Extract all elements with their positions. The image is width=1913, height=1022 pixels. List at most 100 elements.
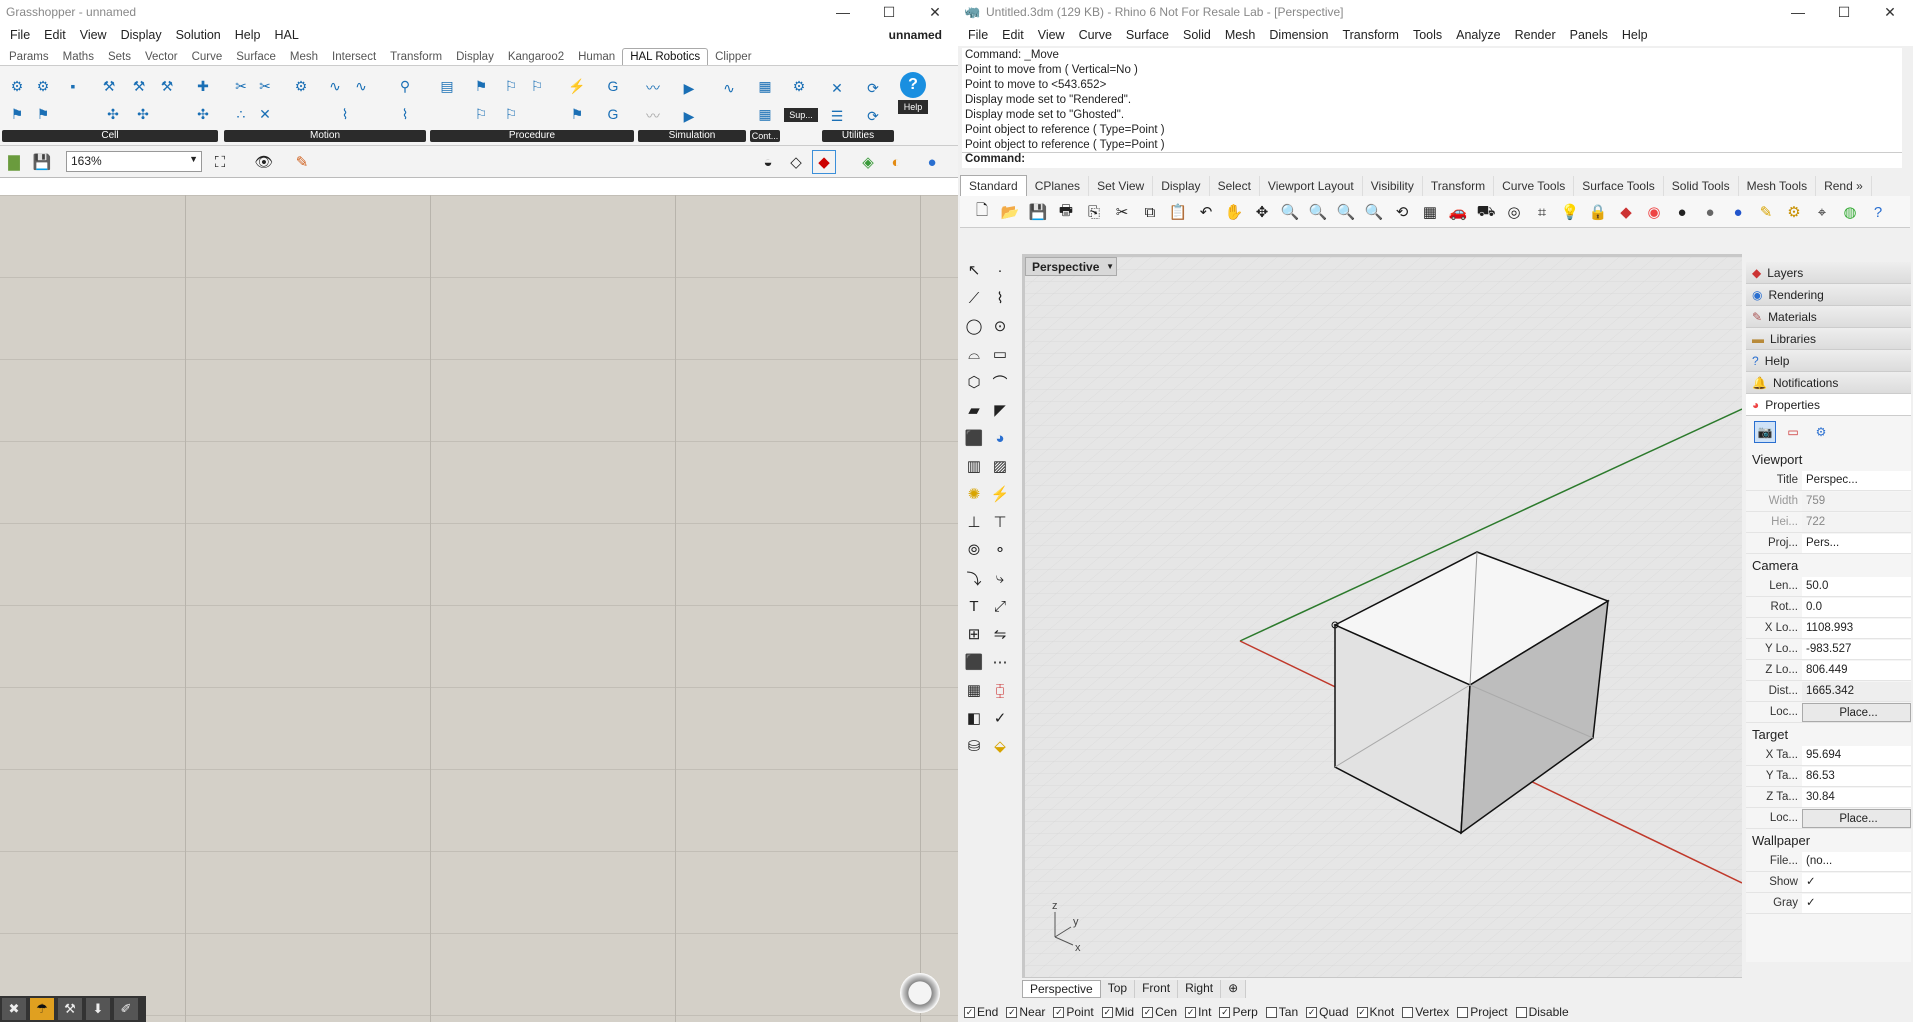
tool-icon[interactable]: ⚑	[6, 104, 28, 124]
help-icon[interactable]: ?	[900, 72, 926, 98]
tab-curve[interactable]: Curve	[185, 49, 230, 65]
point-icon[interactable]: ·	[988, 258, 1012, 282]
refresh-icon[interactable]: ⟳	[862, 78, 884, 98]
panel-tab-help[interactable]: ? Help	[1746, 350, 1911, 372]
wallpaper-gray-checkbox[interactable]: ✓	[1802, 893, 1911, 913]
tab-kangaroo2[interactable]: Kangaroo2	[501, 49, 571, 65]
motion-icon[interactable]: ⚙	[290, 76, 312, 96]
light-bulb-icon[interactable]: 💡	[1558, 200, 1582, 224]
wallpaper-show-checkbox[interactable]: ✓	[1802, 872, 1911, 892]
utility-icon[interactable]: ☰	[826, 106, 848, 126]
undo-view-icon[interactable]: ⟲	[1390, 200, 1414, 224]
menu-render[interactable]: Render	[1509, 28, 1564, 42]
motion-icon[interactable]: ⌇	[334, 104, 356, 124]
tab-cplanes[interactable]: CPlanes	[1027, 176, 1090, 196]
preview-shaded-icon[interactable]: ◆	[812, 150, 836, 174]
panel-tab-libraries[interactable]: ▬ Libraries	[1746, 328, 1911, 350]
layer-color-icon[interactable]: ◆	[1614, 200, 1638, 224]
support-icon[interactable]: ⚙	[788, 76, 810, 96]
motion-icon[interactable]: ∴	[230, 104, 252, 124]
tab-sets[interactable]: Sets	[101, 49, 138, 65]
preview-options-icon[interactable]: ●	[920, 150, 944, 174]
download-icon[interactable]: ⬇	[86, 998, 110, 1020]
pen-icon[interactable]: ✐	[114, 998, 138, 1020]
annotation-icon[interactable]: ⊤	[988, 510, 1012, 534]
zoom-select[interactable]: 163% ▼	[66, 151, 202, 172]
tool-icon[interactable]: ⚑	[32, 104, 54, 124]
mirror-icon[interactable]: ⇋	[988, 622, 1012, 646]
tab-display[interactable]: Display	[1153, 176, 1210, 196]
open-folder-icon[interactable]: 📂	[998, 200, 1022, 224]
tab-select[interactable]: Select	[1210, 176, 1260, 196]
menu-mesh[interactable]: Mesh	[1219, 28, 1264, 42]
osnap-quad[interactable]: ✓ Quad	[1306, 1005, 1349, 1019]
preview-eye-icon[interactable]: 👁	[252, 150, 276, 174]
pencil-icon[interactable]: ✎	[1754, 200, 1778, 224]
prop-value[interactable]: 86.53	[1802, 766, 1911, 786]
tool-icon[interactable]: ✣	[192, 104, 214, 124]
dimension-icon[interactable]: ⌖	[1810, 200, 1834, 224]
osnap-project[interactable]: Project	[1457, 1005, 1508, 1019]
tab-surface-tools[interactable]: Surface Tools	[1574, 176, 1664, 196]
curve-icon[interactable]: ∿	[324, 76, 346, 96]
menu-view[interactable]: View	[1032, 28, 1073, 42]
save-icon[interactable]: 💾	[30, 150, 54, 174]
viewport-tab-perspective[interactable]: Perspective	[1022, 980, 1101, 998]
zoom-window-icon[interactable]: 🔍	[1306, 200, 1330, 224]
solid-icon[interactable]: ⬛	[962, 650, 986, 674]
utility-icon[interactable]: ✕	[826, 78, 848, 98]
viewport-tab-front[interactable]: Front	[1135, 980, 1179, 998]
maximize-button[interactable]: ☐	[1821, 0, 1867, 24]
projection-select[interactable]: Pers...	[1802, 533, 1911, 553]
simulation-icon[interactable]: ∿	[718, 78, 740, 98]
light-icon[interactable]: ✺	[962, 482, 986, 506]
remote-icon[interactable]: ☂	[30, 998, 54, 1020]
lock-icon[interactable]: 🔒	[1586, 200, 1610, 224]
settings-gear-icon[interactable]: ⚙	[1782, 200, 1806, 224]
tab-maths[interactable]: Maths	[56, 49, 101, 65]
tab-hal-robotics[interactable]: HAL Robotics	[622, 48, 709, 65]
boolean-icon[interactable]: ◕	[988, 426, 1012, 450]
motion-icon[interactable]: ⌇	[394, 104, 416, 124]
polyline-icon[interactable]: ⟋	[962, 286, 986, 310]
curve-icon[interactable]: ⌇	[988, 286, 1012, 310]
tab-surface[interactable]: Surface	[229, 49, 283, 65]
loft-icon[interactable]: ◤	[988, 398, 1012, 422]
group-icon[interactable]: ⦾	[962, 538, 986, 562]
osnap-vertex[interactable]: Vertex	[1402, 1005, 1449, 1019]
tab-transform[interactable]: Transform	[1423, 176, 1495, 196]
prop-value[interactable]: Perspec...	[1802, 470, 1911, 490]
new-file-icon[interactable]: 🗋	[970, 200, 994, 224]
checkbox-icon[interactable]: ✓	[964, 1006, 975, 1018]
refresh-icon[interactable]: ⟳	[862, 106, 884, 126]
prop-value[interactable]: -983.527	[1802, 639, 1911, 659]
help-icon[interactable]: ?	[1866, 200, 1890, 224]
prop-value[interactable]: 50.0	[1802, 576, 1911, 596]
procedure-icon[interactable]: ⚑	[566, 104, 588, 124]
procedure-icon[interactable]: ▤	[436, 76, 458, 96]
render-sphere-icon[interactable]: ●	[1726, 200, 1750, 224]
color-wheel-icon[interactable]: ◉	[1642, 200, 1666, 224]
marker-icon[interactable]: ⧮	[988, 678, 1012, 702]
tab-standard[interactable]: Standard	[960, 175, 1027, 196]
checkbox-icon[interactable]: ✓	[1219, 1006, 1231, 1018]
menu-help[interactable]: Help	[1616, 28, 1656, 42]
checkbox-icon[interactable]: ✓	[1053, 1006, 1065, 1018]
osnap-near[interactable]: ✓ Near	[1006, 1005, 1045, 1019]
prop-value[interactable]: 1665.342	[1802, 681, 1911, 701]
tab-solid-tools[interactable]: Solid Tools	[1664, 176, 1739, 196]
osnap-knot[interactable]: ✓ Knot	[1356, 1005, 1394, 1019]
menu-transform[interactable]: Transform	[1336, 28, 1407, 42]
array-icon[interactable]: ⊞	[962, 622, 986, 646]
menu-tools[interactable]: Tools	[1407, 28, 1450, 42]
tab-viewport-layout[interactable]: Viewport Layout	[1260, 176, 1363, 196]
motion-icon[interactable]: ✕	[254, 104, 276, 124]
osnap-tan[interactable]: Tan	[1265, 1005, 1298, 1019]
check-icon[interactable]: ✓	[988, 706, 1012, 730]
viewport-title[interactable]: Perspective ▼	[1025, 257, 1117, 276]
cell-icon[interactable]: ⚙	[6, 76, 28, 96]
procedure-icon[interactable]: ⚐	[500, 76, 522, 96]
surface-icon[interactable]: ▰	[962, 398, 986, 422]
cell-icon[interactable]: ⚙	[32, 76, 54, 96]
checkbox-icon[interactable]: ✓	[1306, 1006, 1318, 1018]
